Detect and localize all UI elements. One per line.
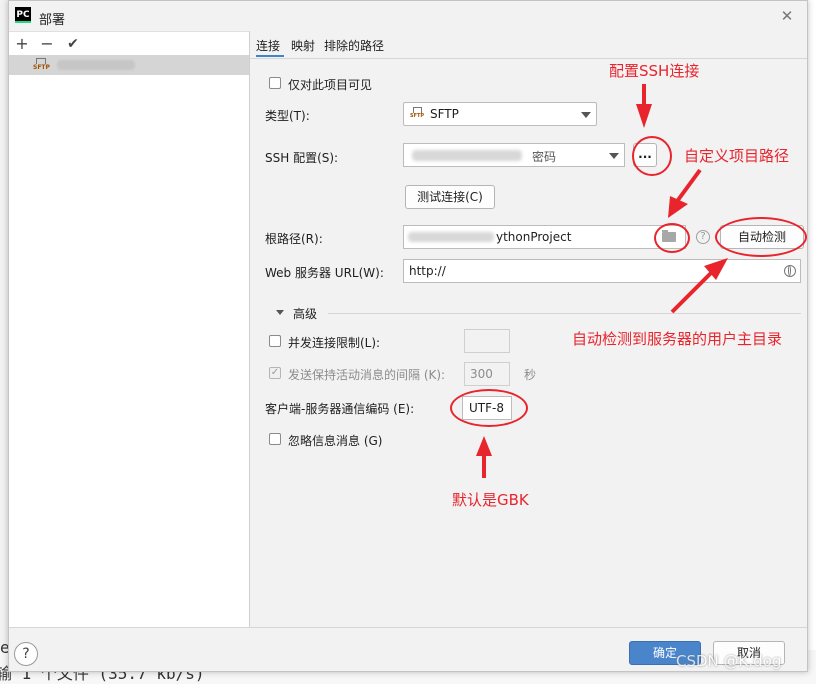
arrow-auto-detect (670, 258, 728, 314)
arrow-default-gbk (476, 436, 492, 478)
help-button[interactable]: ? (14, 642, 38, 666)
csdn-watermark: CSDN @K.dog (676, 652, 782, 670)
annotation-auto-detect: 自动检测到服务器的用户主目录 (572, 330, 783, 348)
arrow-custom-path (668, 168, 702, 218)
annotation-default-gbk: 默认是GBK (452, 491, 529, 509)
annotation-custom-path: 自定义项目路径 (684, 147, 790, 165)
arrow-ssh (636, 84, 652, 128)
annotation-config-ssh: 配置SSH连接 (609, 62, 700, 80)
